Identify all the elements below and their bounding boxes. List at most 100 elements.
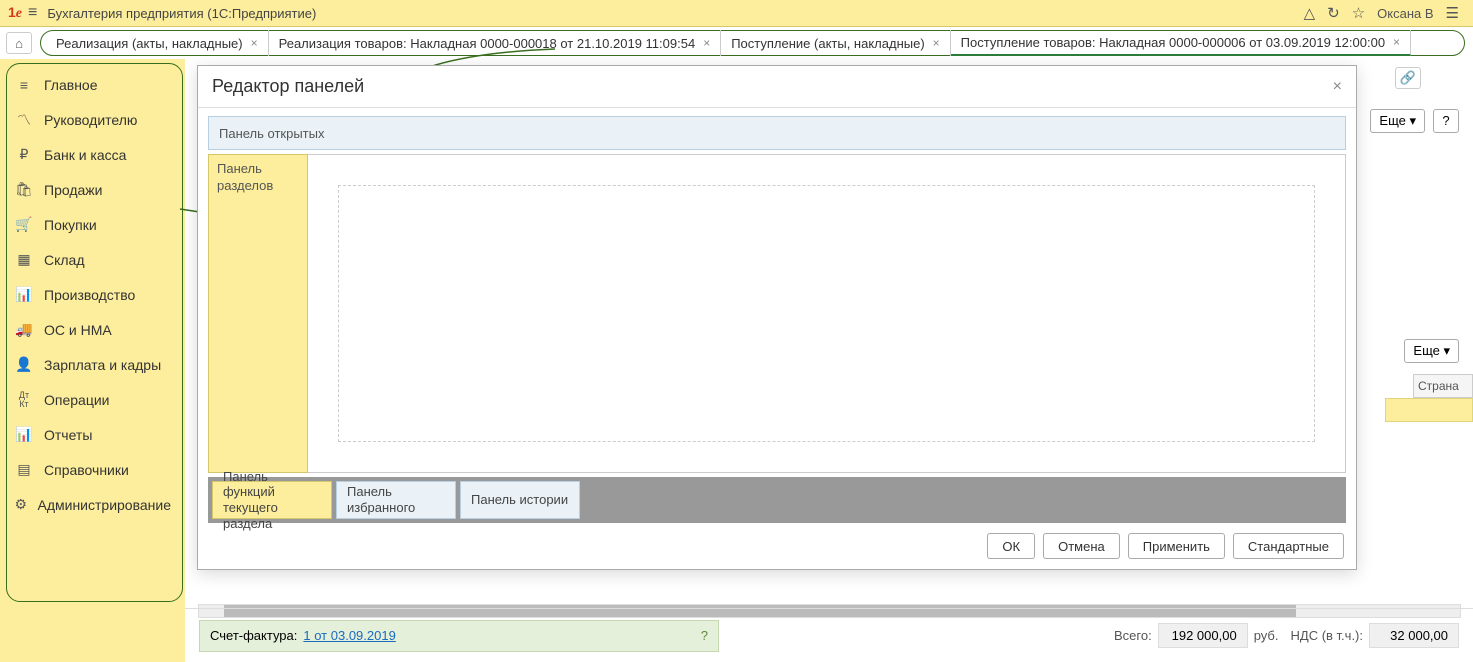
nav-label: Покупки (44, 217, 97, 233)
ok-button[interactable]: ОК (987, 533, 1035, 559)
panel-functions[interactable]: Панель функций текущего раздела (212, 481, 332, 519)
bottom-panels-strip: Панель функций текущего раздела Панель и… (208, 477, 1346, 523)
nav-bank[interactable]: ₽ Банк и касса (0, 137, 185, 172)
dtkt-icon: ДтКт (14, 391, 34, 409)
nav-label: Зарплата и кадры (44, 357, 161, 373)
panel-label: Панель истории (471, 492, 568, 508)
main-area: ≡ Главное 〽 Руководителю ₽ Банк и касса 🛍 Пр… (0, 59, 1473, 608)
cart-icon: 🛒 (14, 216, 34, 233)
person-icon: 👤 (14, 356, 34, 373)
app-logo: 1e (8, 4, 22, 22)
bell-icon[interactable]: △ (1304, 4, 1316, 22)
nav-sales[interactable]: 🛍 Продажи (0, 172, 185, 207)
nav-label: Продажи (44, 182, 102, 198)
tab-label: Реализация товаров: Накладная 0000-00001… (279, 36, 696, 51)
bars-icon: ≡ (14, 77, 34, 93)
panel-history[interactable]: Панель истории (460, 481, 580, 519)
bag-icon: 🛍 (14, 181, 34, 198)
nav-label: Справочники (44, 462, 129, 478)
invoice-link[interactable]: 1 от 03.09.2019 (303, 628, 395, 643)
panel-label: Панель функций текущего раздела (223, 469, 321, 531)
vat-value: 32 000,00 (1369, 623, 1459, 648)
table-row[interactable] (1385, 398, 1473, 422)
close-icon[interactable]: × (933, 36, 940, 50)
nav-admin[interactable]: ⚙ Администрирование (0, 487, 185, 522)
invoice-label: Счет-фактура: (210, 628, 297, 643)
footer: Счет-фактура: 1 от 03.09.2019 ? Всего: 1… (0, 608, 1473, 662)
grid-icon: ▦ (14, 251, 34, 268)
content-area: 🔗 Еще ▾ ? Еще ▾ Страна Редактор панелей … (185, 59, 1473, 608)
invoice-box: Счет-фактура: 1 от 03.09.2019 ? (199, 620, 719, 652)
panel-label: Панель избранного (347, 484, 445, 515)
menu-icon[interactable]: ≡ (28, 4, 37, 22)
tab-label: Поступление (акты, накладные) (731, 36, 924, 51)
total-value: 192 000,00 (1158, 623, 1248, 648)
tab-realization-doc[interactable]: Реализация товаров: Накладная 0000-00001… (269, 30, 722, 56)
tab-label: Реализация (акты, накладные) (56, 36, 243, 51)
standard-button[interactable]: Стандартные (1233, 533, 1344, 559)
nav-operations[interactable]: ДтКт Операции (0, 382, 185, 417)
cancel-button[interactable]: Отмена (1043, 533, 1120, 559)
currency-label: руб. (1254, 628, 1279, 643)
home-button[interactable]: ⌂ (6, 32, 32, 54)
nav-hr[interactable]: 👤 Зарплата и кадры (0, 347, 185, 382)
apply-button[interactable]: Применить (1128, 533, 1225, 559)
panel-label: Панель разделов (217, 161, 273, 193)
history-icon[interactable]: ↻ (1327, 4, 1340, 22)
nav-production[interactable]: 📊 Производство (0, 277, 185, 312)
nav-label: ОС и НМА (44, 322, 112, 338)
panel-sections[interactable]: Панель разделов (208, 154, 308, 473)
tab-label: Поступление товаров: Накладная 0000-0000… (961, 35, 1385, 50)
more-button-2[interactable]: Еще ▾ (1404, 339, 1459, 363)
nav-label: Руководителю (44, 112, 137, 128)
panel-workspace[interactable] (308, 154, 1346, 473)
chart-icon: 〽 (14, 110, 34, 130)
panel-favorites[interactable]: Панель избранного (336, 481, 456, 519)
nav-main[interactable]: ≡ Главное (0, 67, 185, 102)
close-icon[interactable]: × (251, 36, 258, 50)
factory-icon: 📊 (14, 286, 34, 303)
nav-label: Склад (44, 252, 85, 268)
books-icon: ▤ (14, 461, 34, 478)
nav-label: Администрирование (38, 497, 172, 513)
close-icon[interactable]: × (703, 36, 710, 50)
help-button[interactable]: ? (1433, 109, 1459, 133)
nav-warehouse[interactable]: ▦ Склад (0, 242, 185, 277)
tab-receipt-list[interactable]: Поступление (акты, накладные) × (721, 30, 950, 56)
nav-assets[interactable]: 🚚 ОС и НМА (0, 312, 185, 347)
nav-purchases[interactable]: 🛒 Покупки (0, 207, 185, 242)
help-icon[interactable]: ? (701, 628, 708, 643)
settings-icon[interactable]: ☰ (1446, 4, 1459, 22)
panel-open-tabs[interactable]: Панель открытых (208, 116, 1346, 150)
nav-label: Отчеты (44, 427, 92, 443)
more-button[interactable]: Еще ▾ (1370, 109, 1425, 133)
dialog-title: Редактор панелей (212, 76, 1333, 97)
column-header-country: Страна (1413, 374, 1473, 398)
panel-label: Панель открытых (219, 126, 324, 141)
nav-label: Главное (44, 77, 98, 93)
tab-receipt-doc[interactable]: Поступление товаров: Накладная 0000-0000… (951, 30, 1411, 56)
tabs-bar: ⌂ Реализация (акты, накладные) × Реализац… (0, 27, 1473, 59)
app-title: Бухгалтерия предприятия (1С:Предприятие) (47, 6, 316, 21)
nav-label: Банк и касса (44, 147, 126, 163)
nav-label: Операции (44, 392, 110, 408)
vat-label: НДС (в т.ч.): (1291, 628, 1364, 643)
titlebar: 1e ≡ Бухгалтерия предприятия (1С:Предпри… (0, 0, 1473, 27)
panel-editor-dialog: Редактор панелей × Панель открытых Панел… (197, 65, 1357, 570)
close-icon[interactable]: × (1333, 78, 1342, 96)
sidebar: ≡ Главное 〽 Руководителю ₽ Банк и касса 🛍 Пр… (0, 59, 185, 608)
ruble-icon: ₽ (14, 146, 34, 163)
barchart-icon: 📊 (14, 426, 34, 443)
nav-manager[interactable]: 〽 Руководителю (0, 102, 185, 137)
nav-references[interactable]: ▤ Справочники (0, 452, 185, 487)
nav-reports[interactable]: 📊 Отчеты (0, 417, 185, 452)
tab-realization-list[interactable]: Реализация (акты, накладные) × (46, 30, 269, 56)
nav-label: Производство (44, 287, 135, 303)
link-button[interactable]: 🔗 (1395, 67, 1421, 89)
gear-icon: ⚙ (14, 496, 28, 513)
truck-icon: 🚚 (14, 321, 34, 338)
close-icon[interactable]: × (1393, 35, 1400, 49)
total-label: Всего: (1114, 628, 1152, 643)
user-label[interactable]: Оксана В (1377, 6, 1433, 21)
star-icon[interactable]: ☆ (1352, 4, 1365, 22)
